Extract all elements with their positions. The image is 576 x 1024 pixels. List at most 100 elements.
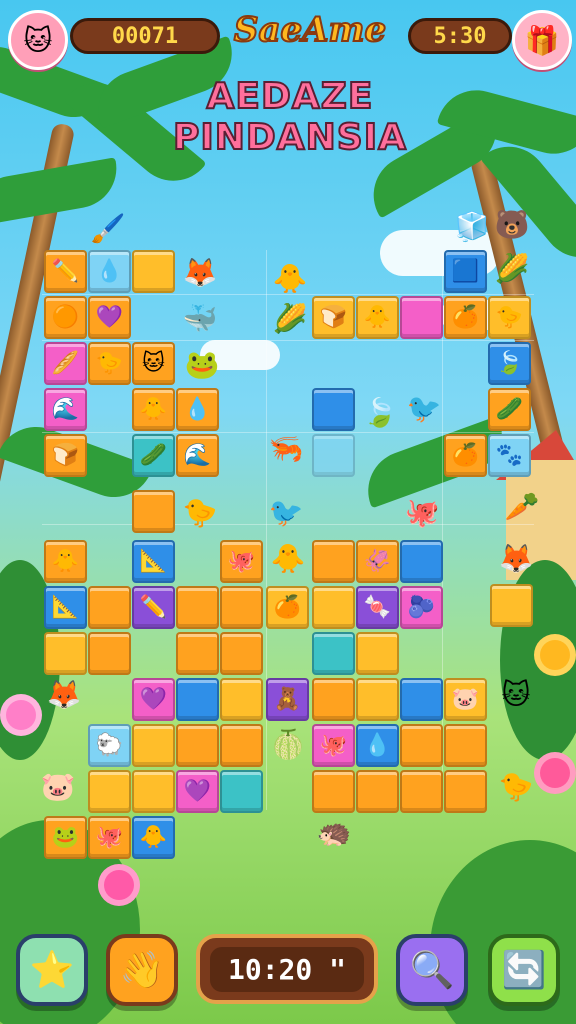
critter[interactable]: 🌽: [272, 300, 308, 336]
tile[interactable]: 💧: [88, 250, 131, 293]
tile[interactable]: [312, 678, 355, 721]
critter[interactable]: 🥕: [504, 488, 540, 524]
tile[interactable]: [400, 724, 443, 767]
critter[interactable]: 🧊: [454, 208, 490, 244]
tile[interactable]: 💧: [356, 724, 399, 767]
tile[interactable]: [356, 678, 399, 721]
tile[interactable]: 🥖: [44, 342, 87, 385]
critter[interactable]: 🐤: [498, 768, 534, 804]
critter[interactable]: 🦊: [498, 540, 534, 576]
tile[interactable]: 🍞: [44, 434, 87, 477]
tile[interactable]: [312, 540, 355, 583]
tile[interactable]: [220, 632, 263, 675]
tile[interactable]: 🐤: [488, 296, 531, 339]
tile[interactable]: 🐾: [488, 434, 531, 477]
tile[interactable]: 🍬: [356, 586, 399, 629]
critter[interactable]: 🐻: [494, 206, 530, 242]
critter[interactable]: 🐷: [40, 768, 76, 804]
tile[interactable]: [312, 586, 355, 629]
tile[interactable]: ✏️: [44, 250, 87, 293]
tile[interactable]: [312, 434, 355, 477]
search-button[interactable]: 🔍: [396, 934, 468, 1006]
tile[interactable]: [400, 770, 443, 813]
tile[interactable]: [132, 770, 175, 813]
critter[interactable]: 🌽: [494, 250, 530, 286]
tile[interactable]: [88, 632, 131, 675]
tile[interactable]: 🦑: [356, 540, 399, 583]
tile[interactable]: 🐥: [44, 540, 87, 583]
tile[interactable]: 🟦: [444, 250, 487, 293]
critter[interactable]: 🐦: [406, 390, 442, 426]
tile[interactable]: 💜: [88, 296, 131, 339]
star-button[interactable]: ⭐: [16, 934, 88, 1006]
tile[interactable]: 🐑: [88, 724, 131, 767]
critter[interactable]: 🦔: [316, 814, 352, 850]
tile[interactable]: 🍊: [266, 586, 309, 629]
tile[interactable]: [490, 584, 533, 627]
critter[interactable]: 🍈: [270, 726, 306, 762]
critter[interactable]: 🦊: [182, 254, 218, 290]
tile[interactable]: [312, 388, 355, 431]
tile[interactable]: [176, 632, 219, 675]
tile[interactable]: 🐱: [132, 342, 175, 385]
tile[interactable]: 🫐: [400, 586, 443, 629]
tile[interactable]: [220, 770, 263, 813]
tile[interactable]: 🍃: [488, 342, 531, 385]
tile[interactable]: 🐤: [88, 342, 131, 385]
tile[interactable]: 🌊: [176, 434, 219, 477]
tile[interactable]: [400, 296, 443, 339]
critter[interactable]: 🐙: [404, 494, 440, 530]
tile[interactable]: [44, 632, 87, 675]
critter[interactable]: 🐥: [272, 260, 308, 296]
tile[interactable]: [356, 770, 399, 813]
tile[interactable]: 💧: [176, 388, 219, 431]
gift-button[interactable]: 🎁: [512, 10, 572, 70]
tile[interactable]: [220, 724, 263, 767]
tile[interactable]: [88, 586, 131, 629]
tile[interactable]: [444, 724, 487, 767]
critter[interactable]: 🦊: [46, 676, 82, 712]
tile[interactable]: [400, 678, 443, 721]
refresh-button[interactable]: 🔄: [488, 934, 560, 1006]
critter[interactable]: 🐥: [270, 540, 306, 576]
tile[interactable]: 💜: [132, 678, 175, 721]
tile[interactable]: 📐: [44, 586, 87, 629]
tile[interactable]: [132, 490, 175, 533]
tile[interactable]: [220, 678, 263, 721]
tile[interactable]: 🐙: [88, 816, 131, 859]
tile[interactable]: 🥒: [132, 434, 175, 477]
tile[interactable]: [444, 770, 487, 813]
tile[interactable]: 🍊: [444, 296, 487, 339]
tile[interactable]: 🧸: [266, 678, 309, 721]
tile[interactable]: [356, 632, 399, 675]
critter[interactable]: 🖌️: [90, 210, 126, 246]
critter[interactable]: 🐸: [184, 346, 220, 382]
tile[interactable]: 💜: [176, 770, 219, 813]
critter[interactable]: 🐦: [268, 494, 304, 530]
tile[interactable]: 🐙: [220, 540, 263, 583]
critter[interactable]: 🐳: [182, 300, 218, 336]
tile[interactable]: 🐥: [132, 816, 175, 859]
tile[interactable]: 🐷: [444, 678, 487, 721]
tile[interactable]: [132, 724, 175, 767]
tile[interactable]: [88, 770, 131, 813]
tile[interactable]: 🍊: [444, 434, 487, 477]
critter[interactable]: 🦐: [268, 430, 304, 466]
tile[interactable]: 📐: [132, 540, 175, 583]
tile[interactable]: [176, 724, 219, 767]
tile[interactable]: [400, 540, 443, 583]
tile[interactable]: 🐥: [356, 296, 399, 339]
tile[interactable]: ✏️: [132, 586, 175, 629]
tile[interactable]: 🍞: [312, 296, 355, 339]
tile[interactable]: 🟠: [44, 296, 87, 339]
critter[interactable]: 🍃: [362, 394, 398, 430]
critter[interactable]: 🐤: [182, 494, 218, 530]
tile[interactable]: [176, 678, 219, 721]
tile[interactable]: 🌊: [44, 388, 87, 431]
tile[interactable]: 🐙: [312, 724, 355, 767]
tile[interactable]: [312, 770, 355, 813]
tile[interactable]: [176, 586, 219, 629]
critter[interactable]: 🐱: [498, 676, 534, 712]
tile[interactable]: [132, 250, 175, 293]
tile[interactable]: 🐥: [132, 388, 175, 431]
